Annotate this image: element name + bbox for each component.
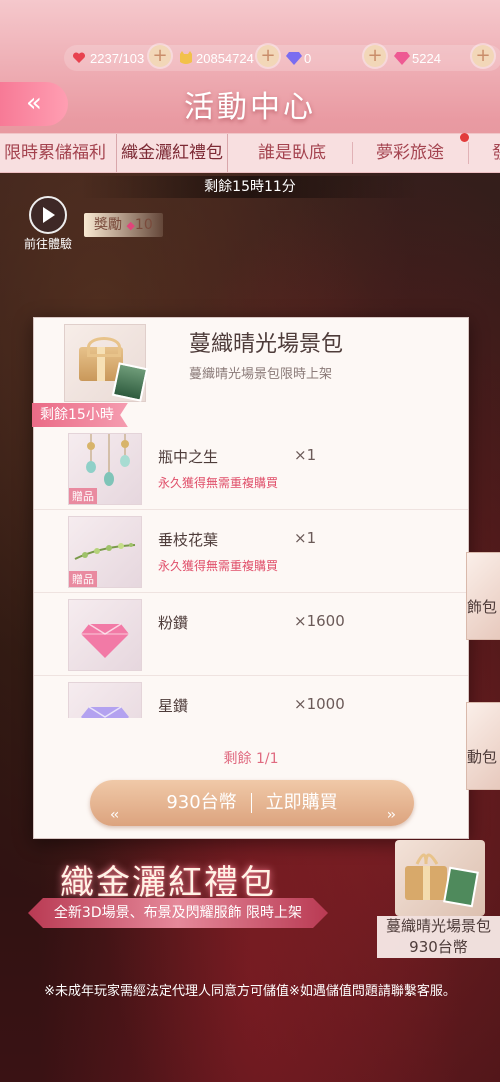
item-note: 永久獲得無需重複購買 (158, 476, 279, 490)
pink-diamond-icon (81, 623, 129, 658)
add-blue-diamond-button[interactable]: + (364, 45, 386, 67)
item-quantity: ×1600 (294, 612, 345, 630)
pack-thumbnail (64, 324, 149, 402)
side-pack-card[interactable]: 飾包 (466, 552, 500, 640)
resource-pink-diamond: 5224 (394, 48, 441, 68)
pack-name: 蔓織晴光場景包 (189, 332, 344, 357)
buy-label: 立即購買 (265, 792, 338, 813)
list-item: 星鑽 ×1000 (34, 675, 468, 718)
add-coins-button[interactable]: + (257, 45, 279, 67)
pack-thumbnail (395, 840, 485, 916)
stamina-value: 2237/103 (90, 50, 145, 66)
pink-diamond-value: 5224 (412, 50, 441, 66)
heart-icon (72, 51, 86, 65)
banner-subtitle: 全新3D場景、布景及閃耀服飾 限時上架 (28, 898, 328, 928)
item-quantity: ×1 (294, 446, 317, 464)
gift-box-icon (405, 853, 479, 908)
pack-item-list[interactable]: 贈品 瓶中之生 ×1 永久獲得無需重複購買 贈品 垂枝花葉 ×1 永久獲得無需重… (34, 426, 468, 718)
tab-divider (352, 142, 353, 164)
side-pack-name: 蔓織晴光場景包 (377, 916, 500, 936)
tab-bar: 限時累儲福利 織金灑紅禮包 誰是臥底 夢彩旅途 發 (0, 133, 500, 173)
resource-coins: 20854724 (178, 48, 254, 68)
current-pack-card[interactable]: 蔓織晴光場景包 930台幣 (377, 840, 500, 958)
reward-badge: 獎勵 ◆10 (84, 213, 163, 237)
resource-stamina: 2237/103 (72, 48, 144, 68)
divider (250, 793, 252, 813)
pink-diamond-icon (394, 51, 410, 65)
item-thumbnail (68, 682, 142, 718)
item-thumbnail: 贈品 (68, 433, 142, 505)
item-thumbnail (68, 599, 142, 671)
price-label: 930台幣 (166, 792, 237, 813)
scene-card-icon (111, 362, 149, 402)
blue-diamond-icon (286, 51, 302, 65)
play-icon (29, 196, 67, 234)
side-pack-label: 動包 (467, 748, 498, 766)
chevron-right-icon: ›› (386, 807, 396, 823)
pack-detail-popup: 蔓織晴光場景包 蔓織晴光場景包限時上架 剩餘15小時 贈品 瓶中之生 ×1 永久… (32, 317, 469, 839)
chevron-left-icon: ‹‹ (110, 807, 119, 823)
tab-recharge-welfare[interactable]: 限時累儲福利 (4, 134, 106, 172)
gift-tag: 贈品 (69, 488, 97, 504)
item-quantity: ×1000 (294, 695, 345, 713)
list-item: 贈品 瓶中之生 ×1 永久獲得無需重複購買 (34, 426, 468, 510)
tab-who-is-spy[interactable]: 誰是臥底 (258, 134, 326, 172)
blue-diamond-value: 0 (304, 50, 312, 66)
event-timer: 剩餘15時11分 (80, 176, 420, 198)
side-pack-label: 飾包 (467, 598, 498, 616)
reward-label: 獎勵 (94, 217, 122, 233)
goto-label: 前往體驗 (23, 237, 72, 251)
star-diamond-icon (81, 706, 129, 718)
page-title: 活動中心 (184, 90, 316, 125)
side-pack-price: 930台幣 (377, 936, 500, 958)
item-quantity: ×1 (294, 529, 317, 547)
notification-dot (460, 133, 469, 142)
tab-divider (468, 142, 469, 164)
tab-dream-journey[interactable]: 夢彩旅途 (376, 134, 444, 172)
add-pink-diamond-button[interactable]: + (472, 45, 494, 67)
list-item: 粉鑽 ×1600 (34, 592, 468, 676)
remaining-time-tag: 剩餘15小時 (32, 403, 128, 427)
side-pack-card[interactable]: 動包 (466, 702, 500, 790)
purchase-limit: 剩餘 1/1 (223, 751, 279, 767)
item-name: 瓶中之生 (158, 448, 219, 466)
gift-bow (87, 337, 121, 357)
gift-tag: 贈品 (69, 571, 97, 587)
item-note: 永久獲得無需重複購買 (158, 559, 279, 573)
tab-gold-red-pack[interactable]: 織金灑紅禮包 (116, 134, 228, 172)
list-item: 贈品 垂枝花葉 ×1 永久獲得無需重複購買 (34, 509, 468, 593)
footer-notice: ※未成年玩家需經法定代理人同意方可儲值※如遇儲值問題請聯繫客服。 (44, 984, 456, 999)
pack-description: 蔓織晴光場景包限時上架 (189, 367, 333, 382)
item-name: 星鑽 (158, 697, 189, 715)
item-thumbnail: 贈品 (68, 516, 142, 588)
cat-coin-icon (178, 51, 192, 65)
coins-value: 20854724 (196, 50, 254, 66)
banner-title: 織金灑紅禮包 (60, 863, 276, 903)
tab-more[interactable]: 發 (492, 134, 500, 172)
goto-experience-button[interactable]: 前往體驗 (20, 196, 76, 251)
pink-diamond-icon: ◆ (126, 219, 135, 232)
add-stamina-button[interactable]: + (149, 45, 171, 67)
buy-now-button[interactable]: ‹‹ 930台幣 立即購買 ›› (90, 780, 414, 826)
item-name: 垂枝花葉 (158, 531, 219, 549)
resource-blue-diamond: 0 (286, 48, 311, 68)
reward-value: 10 (134, 217, 153, 233)
item-name: 粉鑽 (158, 614, 189, 632)
